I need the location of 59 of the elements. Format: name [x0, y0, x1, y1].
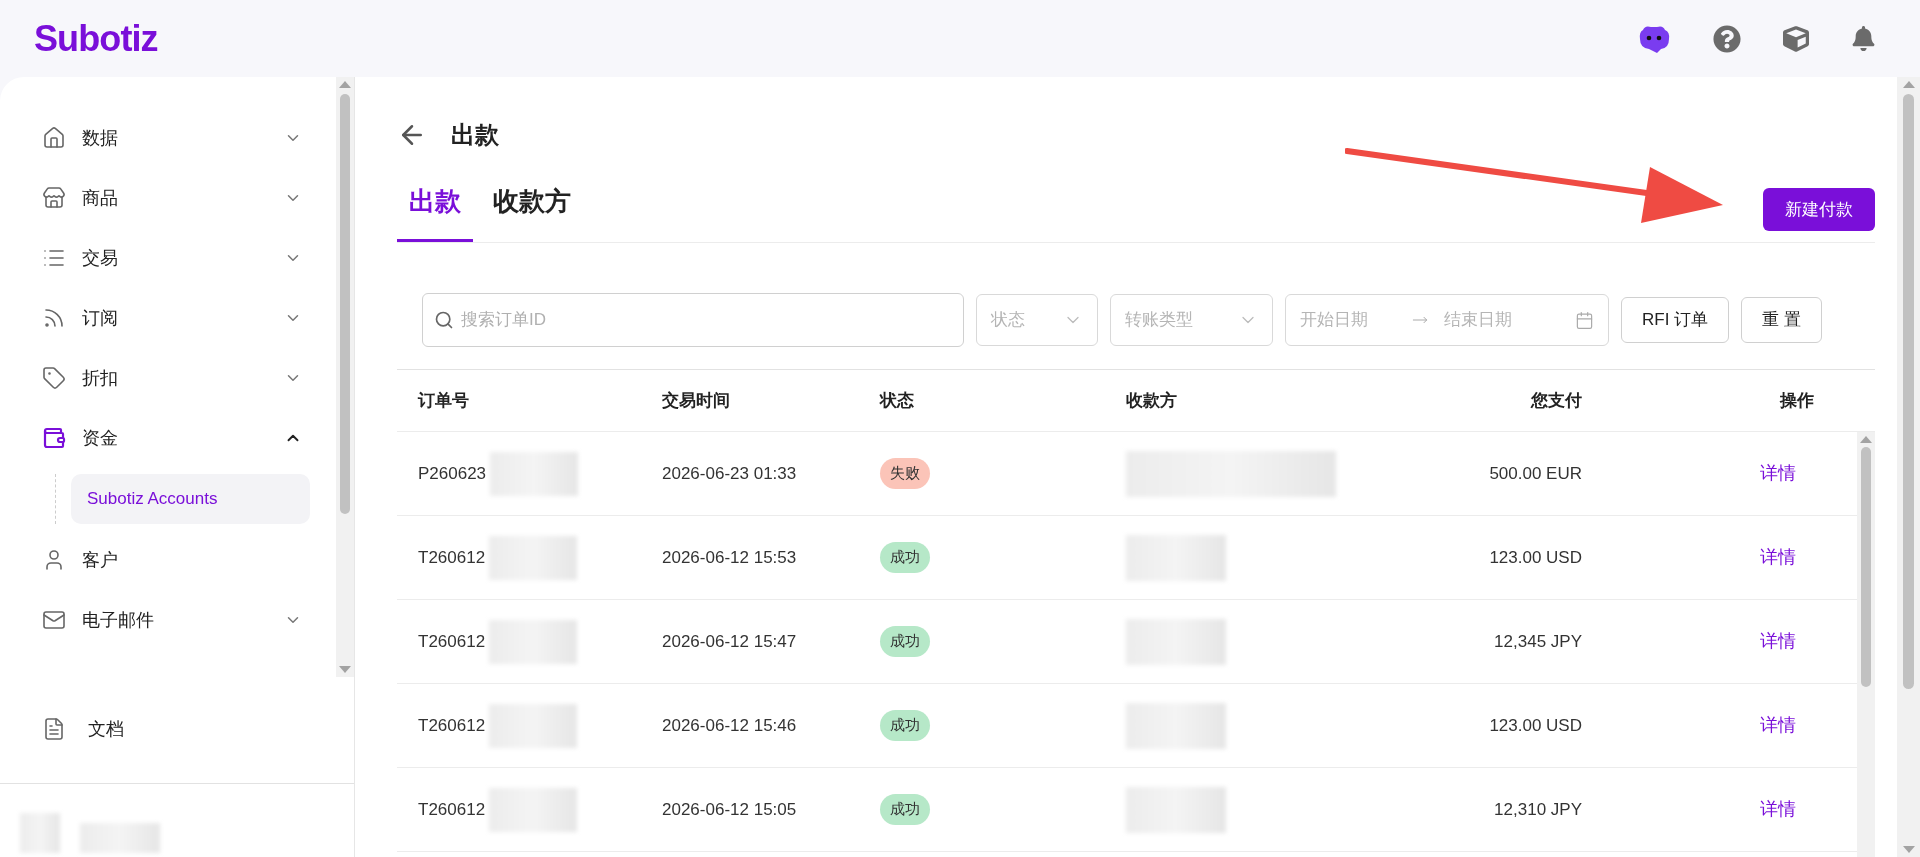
details-link[interactable]: 详情 [1760, 547, 1796, 567]
table-cell: 2026-06-12 15:47 [662, 631, 797, 651]
column-header: 您支付 [1529, 389, 1582, 412]
status-badge: 成功 [880, 626, 930, 657]
details-link[interactable]: 详情 [1760, 715, 1796, 735]
status-badge: 失败 [880, 458, 930, 489]
sidebar-item[interactable]: 数据 [0, 108, 336, 168]
robot-icon[interactable] [1637, 23, 1671, 54]
sidebar-item[interactable]: 订阅 [0, 288, 336, 348]
table-cell: 500.00 EUR [1489, 463, 1582, 483]
filter-button[interactable]: 重 置 [1741, 297, 1822, 343]
table-cell-text: T260612 [418, 714, 486, 737]
tab[interactable]: 出款 [397, 163, 473, 242]
search-icon [434, 310, 454, 330]
status-badge: 成功 [880, 794, 930, 825]
status-badge: 成功 [880, 710, 930, 741]
table-cell: 2026-06-12 15:05 [662, 799, 797, 819]
column-header: 操作 [1778, 389, 1815, 412]
table-cell: 2026-06-12 15:53 [662, 547, 797, 567]
scrollbar[interactable] [1897, 77, 1920, 857]
table-cell: 123.00 USD [1489, 547, 1582, 567]
table-cell: 2026-06-12 15:46 [662, 715, 797, 735]
table-cell: 123.00 USD [1489, 715, 1582, 735]
page-title: 出款 [451, 120, 499, 150]
sidebar-item[interactable]: 交易 [0, 228, 336, 288]
calendar-icon [1575, 310, 1594, 330]
sidebar-item[interactable]: 商品 [0, 168, 336, 228]
help-icon[interactable] [1713, 24, 1741, 53]
status-badge: 成功 [880, 542, 930, 573]
cube-icon[interactable] [1783, 25, 1809, 52]
table-cell: 12,345 JPY [1494, 631, 1582, 651]
document-icon [42, 717, 66, 741]
sidebar-item[interactable]: 资金 [0, 408, 336, 468]
notification-bell-icon[interactable] [1851, 26, 1876, 51]
column-header: 状态 [880, 389, 915, 412]
sidebar-item[interactable]: 客户 [0, 530, 336, 590]
column-header: 订单号 [418, 389, 470, 412]
table-cell-text: T260612 [418, 546, 486, 569]
scrollbar[interactable] [1857, 432, 1875, 857]
search-field[interactable]: 搜索订单ID [422, 293, 964, 347]
sidebar-item[interactable]: 折扣 [0, 348, 336, 408]
details-link[interactable]: 详情 [1760, 463, 1796, 483]
sidebar-item[interactable]: 文档 [0, 699, 354, 759]
table-cell-text: T260612 [418, 630, 486, 653]
details-link[interactable]: 详情 [1760, 631, 1796, 651]
table-cell: 12,310 JPY [1494, 799, 1582, 819]
sidebar-item[interactable]: 电子邮件 [0, 590, 336, 650]
table-cell-text: T260612 [418, 798, 486, 821]
scrollbar[interactable] [336, 77, 354, 677]
tab[interactable]: 收款方 [481, 163, 583, 242]
filter-button[interactable]: RFI 订单 [1621, 297, 1730, 343]
sidebar-subitem[interactable]: Subotiz Accounts [71, 474, 310, 524]
brand-logo[interactable]: Subotiz [34, 11, 158, 66]
new-payment-button[interactable]: 新建付款 [1763, 188, 1875, 231]
table-cell-text: P260623 [418, 462, 487, 485]
details-link[interactable]: 详情 [1760, 799, 1796, 819]
column-header: 交易时间 [662, 389, 731, 412]
column-header: 收款方 [1126, 389, 1178, 412]
table-cell: 2026-06-23 01:33 [662, 463, 797, 483]
